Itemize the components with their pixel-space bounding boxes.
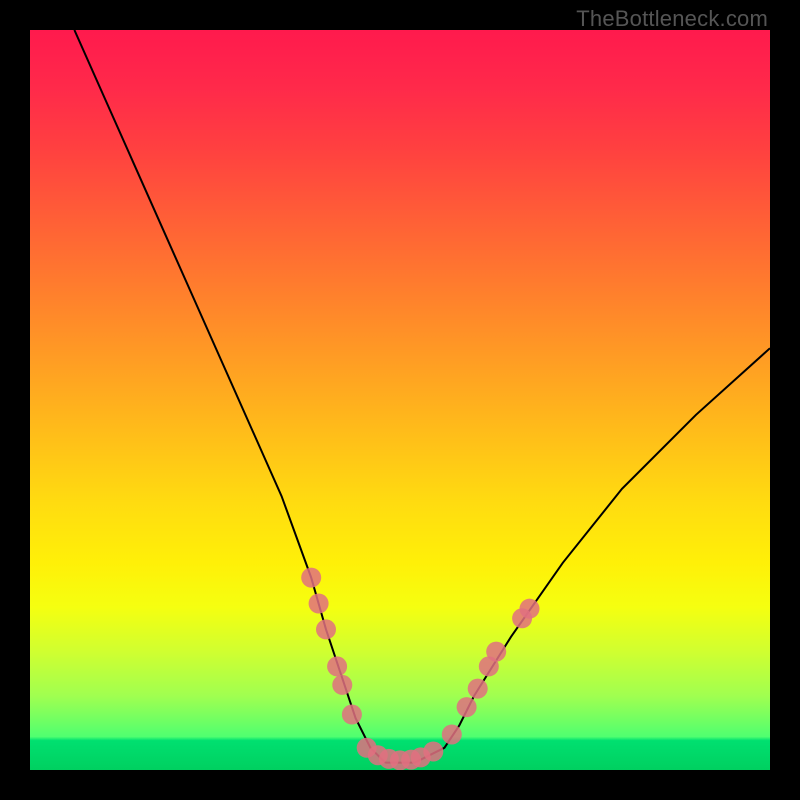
plot-area — [30, 30, 770, 770]
watermark-text: TheBottleneck.com — [576, 6, 768, 32]
data-marker — [520, 599, 540, 619]
data-marker — [316, 619, 336, 639]
data-marker — [332, 675, 352, 695]
chart-container: TheBottleneck.com — [0, 0, 800, 800]
right-curve — [385, 348, 770, 762]
data-marker — [301, 568, 321, 588]
data-marker — [309, 594, 329, 614]
data-marker — [457, 697, 477, 717]
left-curve — [74, 30, 385, 763]
data-marker — [423, 742, 443, 762]
chart-svg — [30, 30, 770, 770]
data-marker — [327, 656, 347, 676]
data-marker — [468, 679, 488, 699]
markers-group — [301, 568, 539, 770]
data-marker — [486, 642, 506, 662]
data-marker — [442, 724, 462, 744]
data-marker — [342, 705, 362, 725]
